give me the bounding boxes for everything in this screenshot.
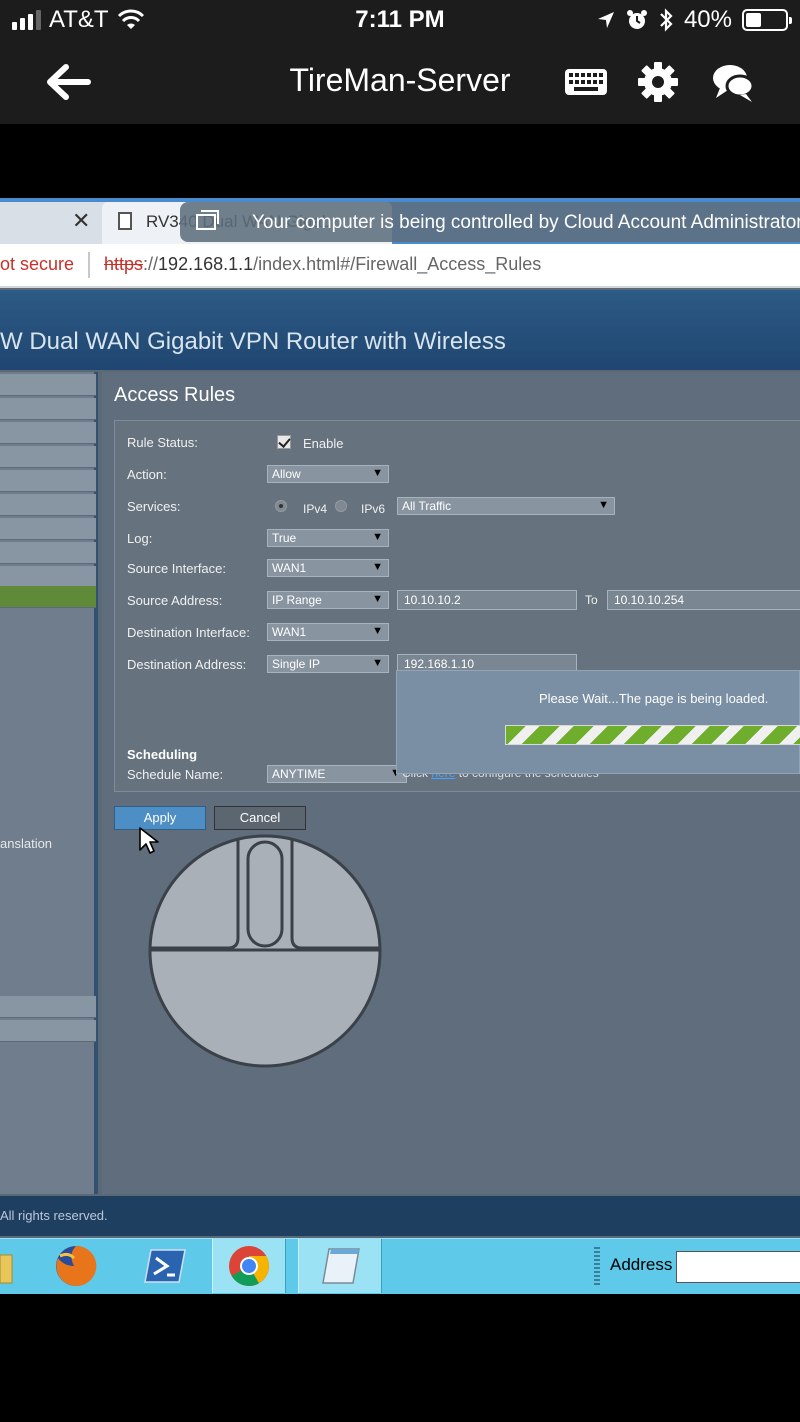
taskbar-folder-button[interactable] [0,1239,16,1293]
cancel-button[interactable]: Cancel [214,806,306,830]
app-nav-bar: TireMan-Server [0,40,800,124]
sidebar-item[interactable] [0,518,96,540]
sidebar-item[interactable] [0,470,96,492]
browser-tab-previous[interactable]: ✕ [0,202,110,244]
destination-address-label: Destination Address: [127,657,247,672]
schedule-name-select[interactable]: ANYTIME [267,765,407,783]
log-select[interactable]: True [267,529,389,547]
action-label: Action: [127,467,167,482]
chrome-icon [229,1246,269,1286]
sidebar-item[interactable] [0,542,96,564]
url-path: /index.html#/Firewall_Access_Rules [253,254,542,274]
not-secure-label[interactable]: ot secure [0,254,74,275]
rule-status-label: Rule Status: [127,435,198,450]
notepad-icon [322,1248,360,1284]
enable-label: Enable [303,436,344,451]
sidebar-item[interactable] [0,996,96,1018]
source-address-type-select[interactable]: IP Range [267,591,389,609]
scheduling-heading: Scheduling [127,747,198,762]
log-label: Log: [127,531,153,546]
ipv6-label: IPv6 [361,502,386,516]
status-right: 40% [596,6,792,34]
browser-address-bar[interactable]: ot secure https://192.168.1.1/index.html… [0,244,800,288]
router-footer: All rights reserved. [0,1196,800,1236]
address-separator [88,252,90,278]
url-scheme: https [104,254,144,274]
source-address-to-input[interactable]: 10.10.10.254 [607,590,800,610]
to-label: To [585,593,598,607]
browser-tab-strip: ✕ RV340 Dual WAN Gigab Your computer is … [0,198,800,244]
schedule-name-label: Schedule Name: [127,767,224,782]
sidebar-item[interactable] [0,422,96,444]
folder-icon [0,1254,13,1284]
apply-button[interactable]: Apply [114,806,206,830]
page-title: Access Rules [114,384,236,406]
source-address-label: Source Address: [127,593,223,608]
url-text[interactable]: https://192.168.1.1/index.html#/Firewall… [104,254,541,275]
url-rest: :// [143,254,159,274]
sidebar-item[interactable] [0,446,96,468]
battery-fill [746,13,762,27]
router-content: Access Rules Rule Status: Enable Action:… [102,372,800,1194]
services-select[interactable]: All Traffic [397,497,615,515]
firefox-icon [56,1245,97,1286]
window-icon [196,210,219,230]
action-select[interactable]: Allow [267,465,389,483]
taskbar-powershell-button[interactable] [136,1239,194,1293]
location-icon [597,12,614,28]
document-icon [118,212,132,230]
status-bar: AT&T 7:11 PM 40% [0,0,800,40]
taskbar-firefox-button[interactable] [48,1239,104,1293]
destination-interface-label: Destination Interface: [127,625,250,640]
source-interface-label: Source Interface: [127,561,226,576]
source-interface-select[interactable]: WAN1 [267,559,389,577]
taskbar-address-label: Address [610,1255,673,1274]
back-arrow-icon[interactable] [44,62,92,102]
bluetooth-icon [660,8,673,32]
enable-checkbox[interactable] [277,435,291,449]
sidebar-item-label[interactable]: anslation [0,836,52,851]
sidebar-item[interactable] [0,566,96,588]
router-sidebar: anslation [0,372,98,1194]
router-title: W Dual WAN Gigabit VPN Router with Wirel… [0,328,506,355]
ipv6-radio[interactable] [335,500,347,512]
taskbar-chrome-button[interactable] [212,1239,286,1293]
alarm-icon [626,10,647,29]
loading-progress-bar [505,725,800,745]
destination-interface-select[interactable]: WAN1 [267,623,389,641]
ipv4-radio[interactable] [275,500,287,512]
remote-screen[interactable]: ✕ RV340 Dual WAN Gigab Your computer is … [0,198,800,1294]
loading-message: Please Wait...The page is being loaded. [539,691,769,706]
nav-title: TireMan-Server [289,62,511,98]
remote-control-banner: Your computer is being controlled by Clo… [180,202,800,242]
services-label: Services: [127,499,181,514]
battery-percent: 40% [683,6,732,33]
sidebar-item[interactable] [0,1020,96,1042]
ipv4-label: IPv4 [303,502,328,516]
url-host: 192.168.1.1 [158,254,254,274]
sidebar-item-active[interactable] [0,586,96,608]
banner-text: Your computer is being controlled by Clo… [252,212,800,233]
taskbar-address-input[interactable] [676,1251,800,1283]
chat-bubbles-icon[interactable] [710,60,758,106]
loading-dialog: Please Wait...The page is being loaded. [396,670,800,774]
source-address-from-input[interactable]: 10.10.10.2 [397,590,577,610]
taskbar-notepad-button[interactable] [298,1239,382,1293]
router-header: W Dual WAN Gigabit VPN Router with Wirel… [0,290,800,370]
sidebar-item[interactable] [0,494,96,516]
windows-taskbar: Address [0,1238,800,1294]
close-icon[interactable]: ✕ [72,208,90,234]
sidebar-item[interactable] [0,374,96,396]
destination-address-type-select[interactable]: Single IP [267,655,389,673]
copyright-text: All rights reserved. [0,1208,108,1223]
keyboard-icon[interactable] [564,68,608,96]
battery-icon [742,9,792,31]
sidebar-item[interactable] [0,398,96,420]
mouse-control-icon[interactable] [148,834,382,1068]
gear-icon[interactable] [636,60,680,104]
powershell-icon [144,1249,186,1283]
taskbar-grip[interactable] [594,1247,600,1285]
